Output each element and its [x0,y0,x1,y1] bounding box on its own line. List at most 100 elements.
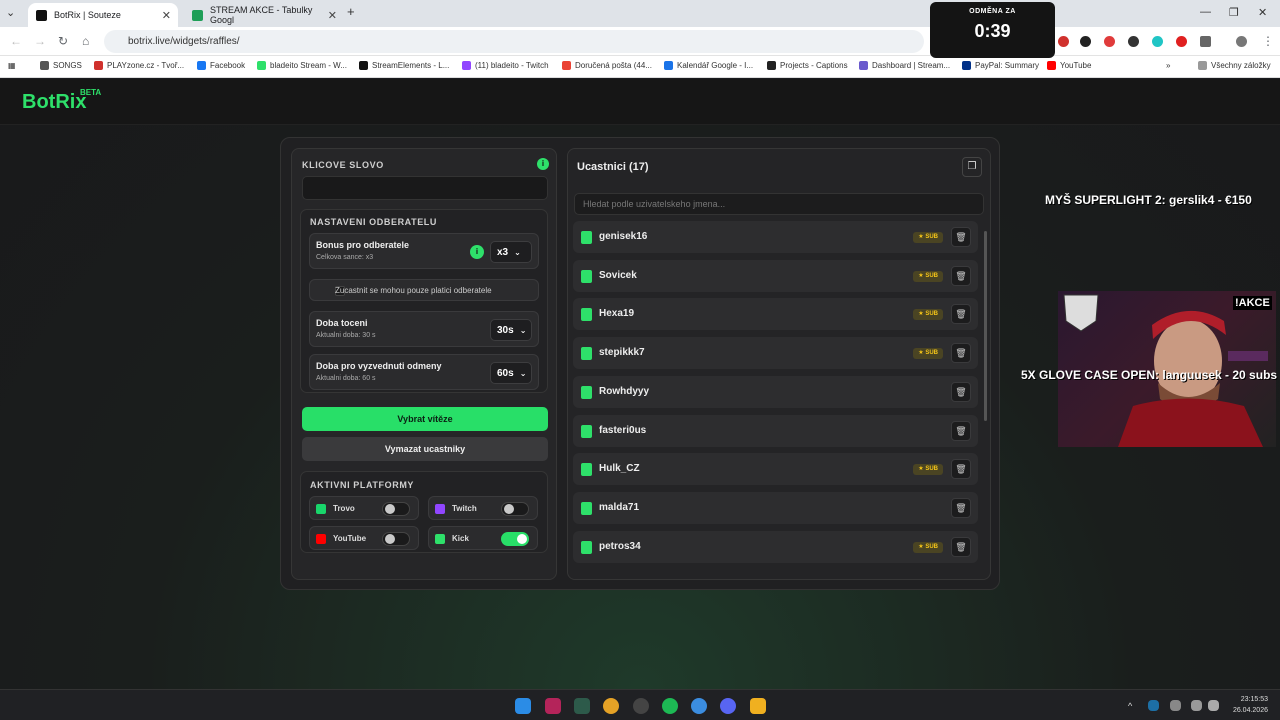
tab-stream-akce[interactable]: STREAM AKCE - Tabulky Googl ✕ [184,3,344,27]
address-bar-row: ← → ↻ ⌂ botrix.live/widgets/raffles/ ⋮ [0,27,1280,56]
app-icon[interactable] [691,698,707,714]
bookmark-item[interactable]: Doručená pošta (44... [562,61,652,70]
app-icon[interactable] [545,698,561,714]
monitor-icon[interactable] [1191,700,1202,711]
raffle-card: KLICOVE SLOVO i NASTAVENI ODBERATELU Bon… [280,137,1000,590]
app-icon[interactable] [750,698,766,714]
delete-trash-icon[interactable]: 🗑 [951,304,971,325]
delete-trash-icon[interactable]: 🗑 [951,381,971,402]
participant-row[interactable]: fasteri0us 🗑 [573,414,978,447]
url-field[interactable]: botrix.live/widgets/raffles/ [104,30,924,53]
extension-icon[interactable] [1080,36,1091,47]
volume-icon[interactable] [1208,700,1219,711]
forward-icon[interactable]: → [34,34,46,48]
info-icon[interactable]: i [470,245,484,259]
windows-start-icon[interactable] [515,698,531,714]
extension-icon[interactable] [1176,36,1187,47]
tab-botrix[interactable]: BotRix | Souteze ✕ [28,3,178,27]
participant-name: stepikkk7 [599,347,645,359]
participant-row[interactable]: stepikkk7 ★ SUB 🗑 [573,337,978,370]
participant-row[interactable]: Hexa19 ★ SUB 🗑 [573,298,978,331]
tab-search-icon[interactable]: ⌄ [6,6,15,19]
spotify-icon[interactable] [662,698,678,714]
home-icon[interactable]: ⌂ [82,34,89,48]
new-tab-button[interactable]: + [347,4,355,19]
menu-kebab-icon[interactable]: ⋮ [1262,34,1274,48]
bookmark-item[interactable]: Projects - Captions [767,61,848,70]
botrix-logo[interactable]: BotRix BETA [22,88,101,114]
app-icon[interactable] [633,698,649,714]
participant-name: malda71 [599,501,640,513]
twitch-toggle[interactable] [501,502,529,516]
participant-search-input[interactable] [574,193,984,215]
participant-row[interactable]: Sovicek ★ SUB 🗑 [573,259,978,292]
all-bookmarks-button[interactable]: Všechny záložky [1198,61,1271,70]
copy-icon[interactable]: ❐ [962,157,982,177]
delete-trash-icon[interactable]: 🗑 [951,420,971,441]
close-window-icon[interactable]: ✕ [1258,6,1267,19]
clock-date: 26.04.2026 [1232,707,1268,714]
logo-text: BotRix [22,91,87,113]
bookmark-item[interactable]: StreamElements - L... [359,61,449,70]
microphone-icon[interactable] [1170,700,1181,711]
discord-icon[interactable] [720,698,736,714]
trovo-toggle[interactable] [382,502,410,516]
participant-row[interactable]: Hulk_CZ ★ SUB 🗑 [573,453,978,486]
chrome-icon[interactable] [603,698,619,714]
extension-icon[interactable] [1128,36,1139,47]
participant-row[interactable]: genisek16 ★ SUB 🗑 [573,221,978,253]
bookmark-item[interactable]: bladeito Stream - W... [257,61,347,70]
bookmark-item[interactable]: SONGS [40,61,82,70]
spin-duration-select[interactable]: 30s ⌄ [490,319,532,341]
participant-name: Hulk_CZ [599,463,640,475]
close-tab-icon[interactable]: ✕ [328,9,337,22]
reload-icon[interactable]: ↻ [58,34,68,48]
claim-duration-select[interactable]: 60s ⌄ [490,362,532,384]
delete-trash-icon[interactable]: 🗑 [951,227,971,247]
timer-value: 0:39 [974,21,1011,41]
bookmark-item[interactable]: Kalendář Google - I... [664,61,753,70]
tray-chevron-icon[interactable]: ^ [1128,701,1138,717]
only-subscribers-row[interactable]: Zucastnit se mohou pouze platici odberat… [309,279,539,301]
pick-winner-button[interactable]: Vybrat vítěze [302,407,548,431]
kick-icon [581,269,592,283]
extensions-puzzle-icon[interactable] [1200,36,1211,47]
keyword-input[interactable] [302,176,548,200]
extension-icon[interactable] [1152,36,1163,47]
bookmark-item[interactable]: Dashboard | Stream... [859,61,950,70]
close-tab-icon[interactable]: ✕ [162,9,171,22]
back-icon[interactable]: ← [10,34,22,48]
delete-trash-icon[interactable]: 🗑 [951,536,971,557]
url-text: botrix.live/widgets/raffles/ [128,36,240,47]
bookmark-item[interactable]: YouTube [1047,61,1091,70]
claim-duration-row: Doba pro vyzvednuti odmeny Aktualni doba… [309,354,539,390]
bookmarks-overflow-icon[interactable]: » [1166,61,1170,70]
bonus-multiplier-select[interactable]: x3 ⌄ [490,241,532,263]
bookmark-item[interactable]: Facebook [197,61,245,70]
delete-trash-icon[interactable]: 🗑 [951,265,971,286]
bookmark-item[interactable]: PayPal: Summary [962,61,1039,70]
clear-participants-button[interactable]: Vymazat ucastniky [302,437,548,461]
profile-avatar[interactable] [1236,36,1247,47]
extension-icon[interactable] [1104,36,1115,47]
delete-trash-icon[interactable]: 🗑 [951,459,971,480]
delete-trash-icon[interactable]: 🗑 [951,497,971,518]
extension-icon[interactable] [1058,36,1069,47]
app-icon[interactable] [574,698,590,714]
bookmark-item[interactable]: PLAYzone.cz - Tvoř... [94,61,184,70]
participant-row[interactable]: petros34 ★ SUB 🗑 [573,530,978,563]
info-icon[interactable]: i [537,158,549,170]
apps-grid-icon[interactable]: ▦ [8,61,16,70]
maximize-icon[interactable]: ❐ [1229,6,1239,19]
youtube-toggle[interactable] [382,532,410,546]
minimize-icon[interactable]: — [1200,6,1211,18]
bookmark-item[interactable]: (11) bladeito - Twitch [462,61,549,70]
participant-list-scrollbar[interactable] [984,231,987,421]
participant-row[interactable]: malda71 🗑 [573,491,978,524]
participant-row[interactable]: Rowhdyyy 🗑 [573,375,978,408]
delete-trash-icon[interactable]: 🗑 [951,343,971,364]
kick-toggle[interactable] [501,532,529,546]
trovo-icon [316,504,326,514]
system-clock[interactable]: 23:15:53 26.04.2026 [1233,694,1268,716]
tray-icon[interactable] [1148,700,1159,711]
